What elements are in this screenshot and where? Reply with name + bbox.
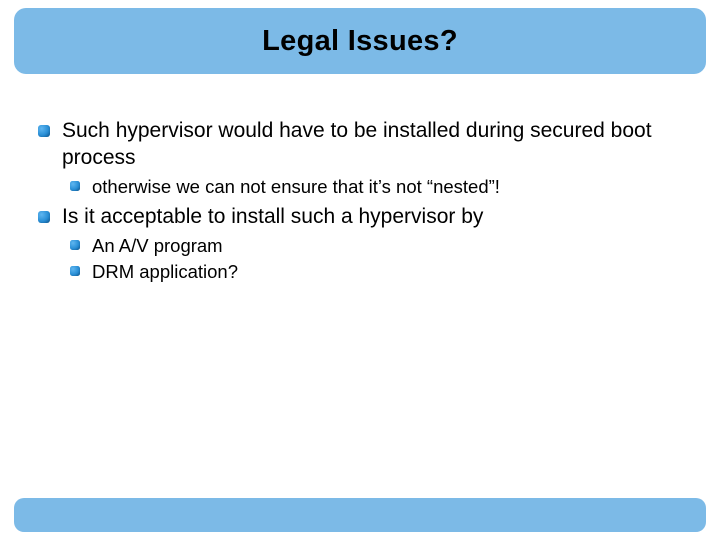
- slide-footer-bar: [14, 498, 706, 532]
- list-item: Is it acceptable to install such a hyper…: [34, 204, 686, 285]
- bullet-sublist: otherwise we can not ensure that it’s no…: [62, 174, 686, 200]
- bullet-list: Such hypervisor would have to be install…: [34, 118, 686, 285]
- slide-body: Such hypervisor would have to be install…: [34, 118, 686, 289]
- bullet-icon: [70, 181, 80, 191]
- bullet-icon: [38, 211, 50, 223]
- slide-title-bar: Legal Issues?: [14, 8, 706, 74]
- bullet-icon: [38, 125, 50, 137]
- list-item-text: An A/V program: [92, 235, 223, 256]
- list-item: An A/V program: [62, 233, 686, 259]
- list-item: DRM application?: [62, 259, 686, 285]
- list-item: Such hypervisor would have to be install…: [34, 118, 686, 200]
- slide-title: Legal Issues?: [262, 25, 458, 58]
- list-item-text: Is it acceptable to install such a hyper…: [62, 205, 483, 228]
- bullet-sublist: An A/V program DRM application?: [62, 233, 686, 286]
- list-item-text: DRM application?: [92, 261, 238, 282]
- bullet-icon: [70, 266, 80, 276]
- list-item-text: Such hypervisor would have to be install…: [62, 119, 652, 169]
- list-item-text: otherwise we can not ensure that it’s no…: [92, 176, 500, 197]
- list-item: otherwise we can not ensure that it’s no…: [62, 174, 686, 200]
- bullet-icon: [70, 240, 80, 250]
